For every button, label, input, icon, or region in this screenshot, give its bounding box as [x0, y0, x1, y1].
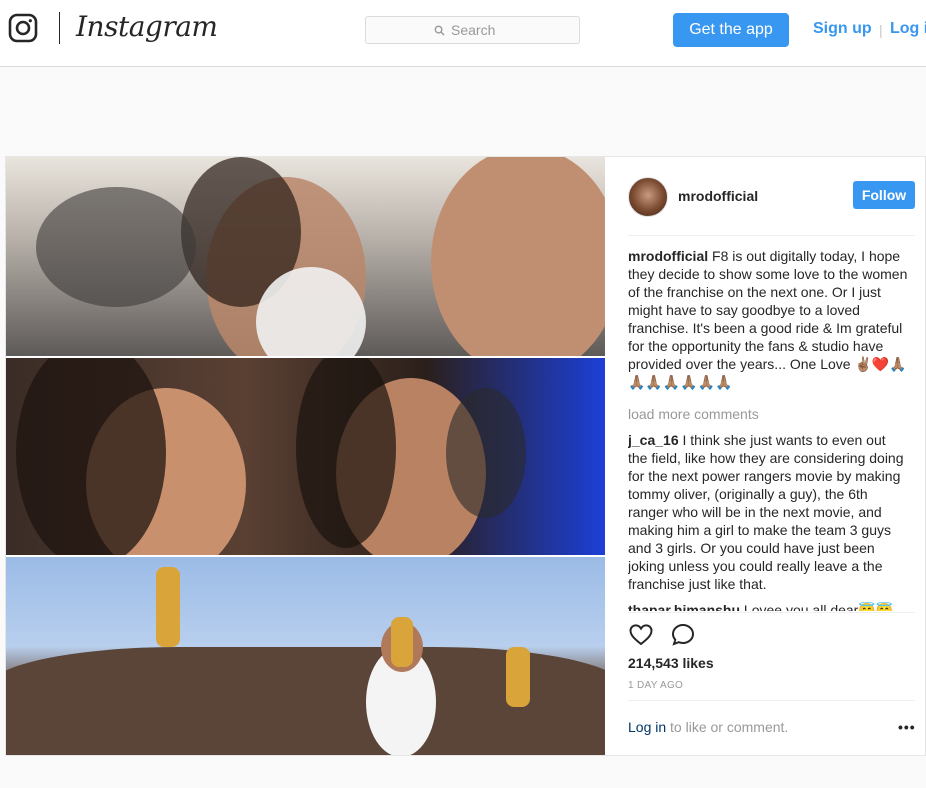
comment-username[interactable]: j_ca_16 — [628, 432, 679, 448]
photo-panel-crowd — [6, 557, 605, 755]
log-in-to-comment-link[interactable]: Log in — [628, 719, 666, 735]
comment-username[interactable]: thapar.himanshu — [628, 602, 740, 611]
comment-text: I think she just wants to even out the f… — [628, 432, 904, 592]
heart-icon[interactable] — [628, 622, 654, 648]
post-photo[interactable] — [6, 157, 605, 755]
header-divider — [59, 12, 60, 44]
post-sidebar: mrodofficial Follow mrodofficial F8 is o… — [606, 157, 925, 755]
post-card: mrodofficial Follow mrodofficial F8 is o… — [5, 156, 926, 756]
login-prompt: Log in to like or comment. — [628, 719, 788, 735]
more-options-icon[interactable]: ••• — [898, 719, 916, 735]
divider — [628, 235, 915, 236]
top-navigation-bar: Instagram Get the app Sign up | Log in — [0, 0, 926, 67]
comment-item: j_ca_16 I think she just wants to even o… — [628, 431, 908, 593]
get-the-app-button[interactable]: Get the app — [673, 13, 789, 47]
caption: mrodofficial F8 is out digitally today, … — [628, 247, 908, 391]
comment-text: Lovee you all dear😇😇 — [743, 602, 894, 611]
photo-panel-car-selfie — [6, 157, 605, 356]
divider — [628, 612, 915, 613]
nav-separator: | — [879, 22, 883, 38]
log-in-link[interactable]: Log in — [890, 20, 926, 38]
caption-text: F8 is out digitally today, I hope they d… — [628, 248, 908, 390]
divider — [628, 700, 915, 701]
post-actions — [628, 622, 708, 648]
photo-panel-peace-signs — [6, 358, 605, 555]
avatar[interactable] — [628, 177, 668, 217]
load-more-comments-link[interactable]: load more comments — [628, 405, 908, 423]
comments-list[interactable]: mrodofficial F8 is out digitally today, … — [628, 247, 908, 611]
post-author-row: mrodofficial Follow — [628, 177, 918, 217]
instagram-wordmark[interactable]: Instagram — [76, 10, 218, 43]
post-date[interactable]: 1 DAY AGO — [628, 680, 683, 691]
comment-item: thapar.himanshu Lovee you all dear😇😇 — [628, 601, 908, 611]
search-box[interactable] — [365, 16, 580, 44]
likes-count[interactable]: 214,543 likes — [628, 655, 714, 671]
caption-username[interactable]: mrodofficial — [628, 248, 708, 264]
instagram-glyph-icon[interactable] — [8, 13, 38, 43]
comment-icon[interactable] — [670, 622, 696, 648]
search-icon — [434, 25, 445, 36]
follow-button[interactable]: Follow — [853, 181, 915, 209]
author-username[interactable]: mrodofficial — [678, 188, 758, 204]
sign-up-link[interactable]: Sign up — [813, 20, 872, 38]
login-prompt-text: to like or comment. — [666, 719, 789, 735]
search-input[interactable] — [451, 22, 511, 38]
